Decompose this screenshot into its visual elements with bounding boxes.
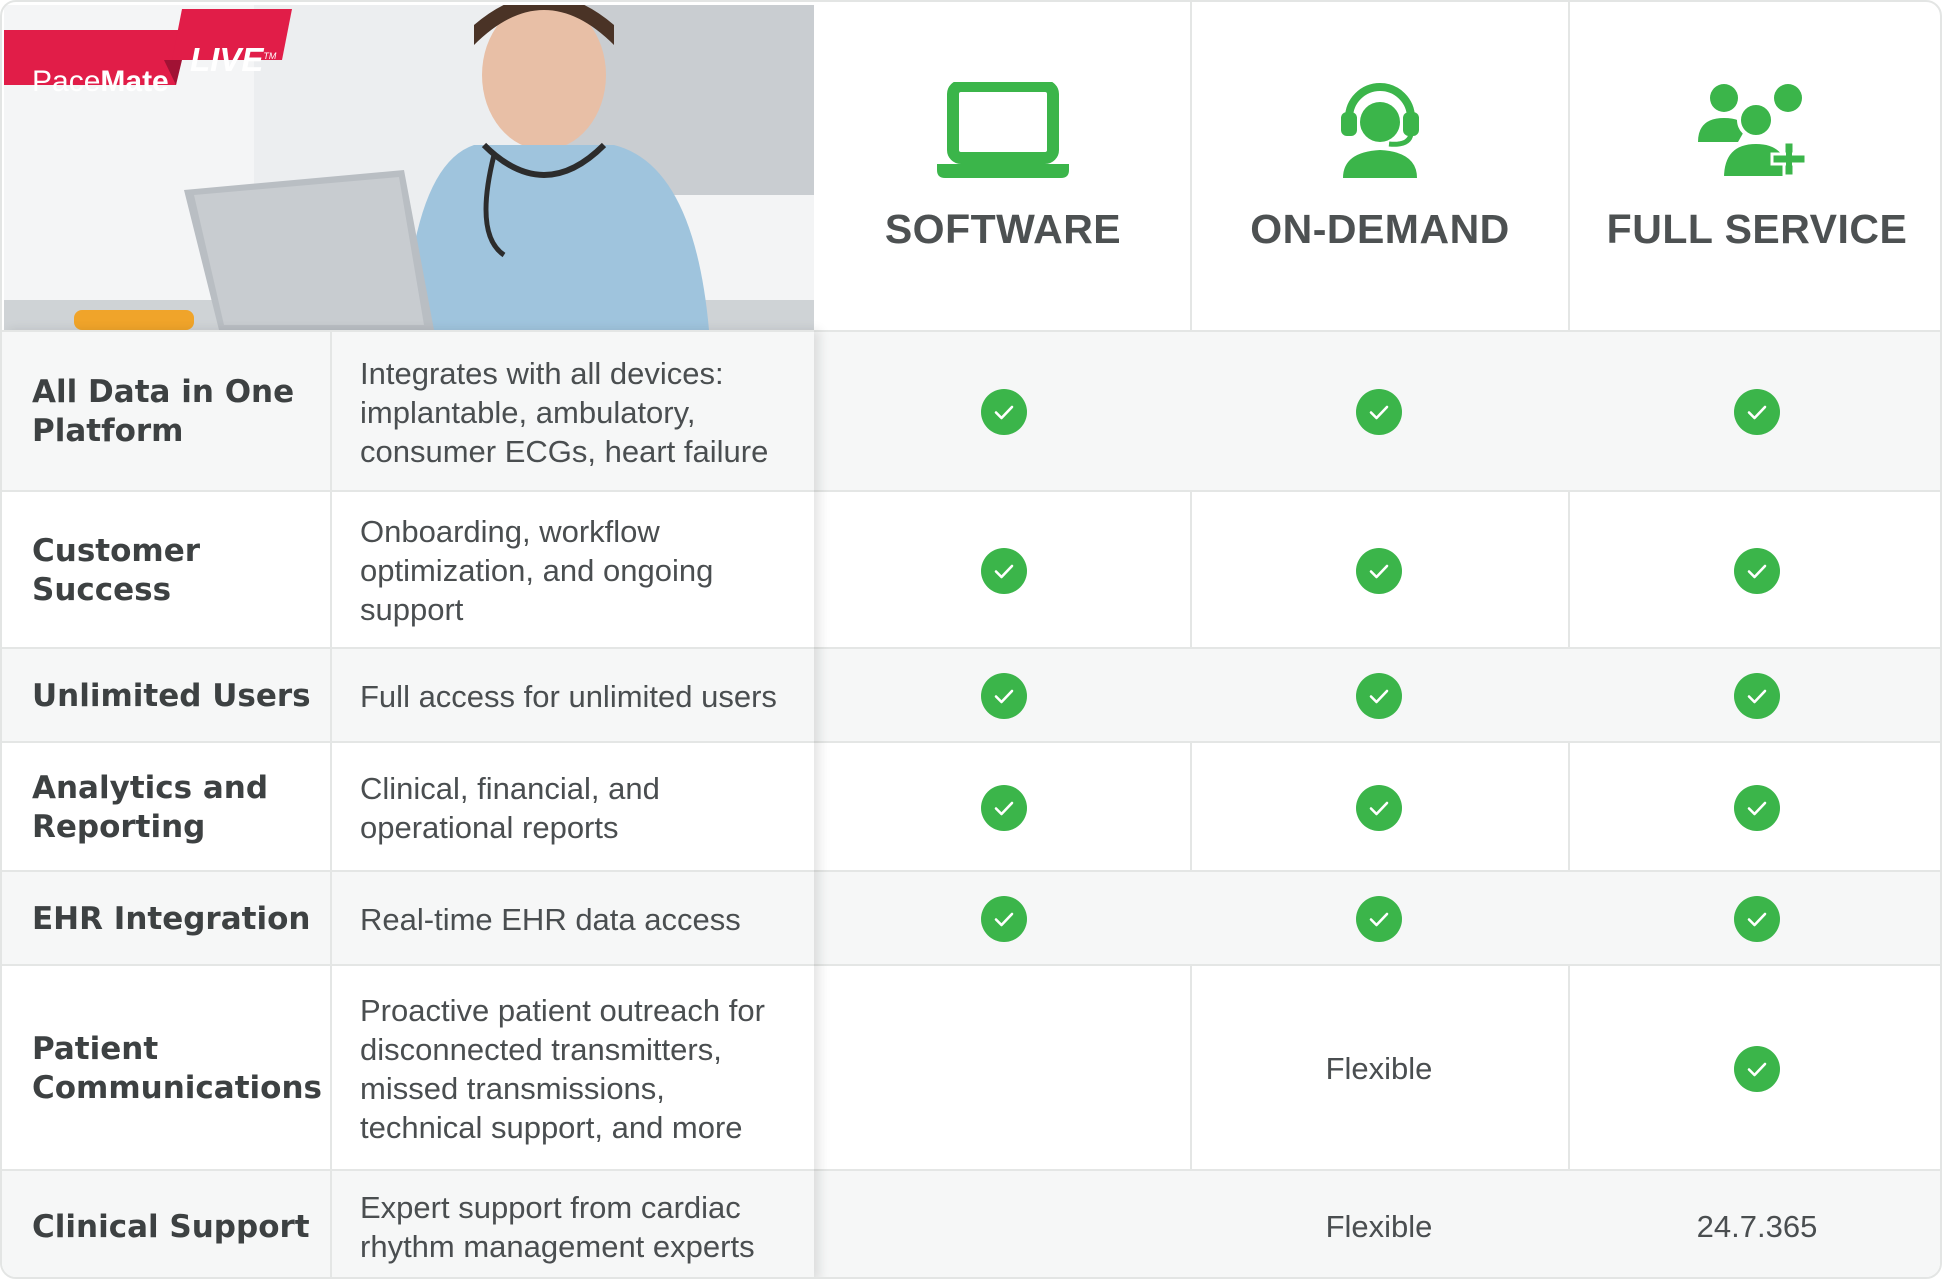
feature-description-line: Onboarding, workflow — [360, 514, 660, 549]
row-divider — [330, 966, 332, 1171]
plan-header-on-demand: ON-DEMAND — [1192, 2, 1568, 330]
row-divider — [330, 872, 332, 966]
check-icon — [981, 548, 1027, 594]
feature-description-line: rhythm management experts — [360, 1229, 755, 1264]
feature-name: Clinical Support — [32, 1208, 310, 1247]
check-icon — [981, 673, 1027, 719]
table-row: Patient Communications Proactive patient o… — [2, 964, 1940, 1171]
feature-description-line: implantable, ambulatory, — [360, 395, 696, 430]
feature-name-line: Success — [32, 572, 172, 608]
plan-title: SOFTWARE — [884, 206, 1122, 252]
check-icon — [1734, 896, 1780, 942]
check-icon — [1734, 673, 1780, 719]
plan-header-full-service: FULL SERVICE — [1570, 2, 1940, 330]
check-icon — [1356, 548, 1402, 594]
feature-name-line: All Data in One — [32, 374, 295, 410]
feature-description-line: Full access for unlimited users — [360, 679, 777, 714]
feature-name: Unlimited Users — [32, 677, 311, 716]
feature-name-line: Analytics and — [32, 770, 269, 806]
check-icon — [1734, 785, 1780, 831]
check-icon — [1356, 785, 1402, 831]
brand-pace: Pace — [32, 65, 101, 98]
check-icon — [1356, 896, 1402, 942]
feature-description: Expert support from cardiac rhythm manage… — [360, 1188, 800, 1266]
feature-description-line: optimization, and ongoing — [360, 553, 714, 588]
feature-description-line: operational reports — [360, 810, 619, 845]
feature-name: Customer Success — [32, 532, 200, 610]
feature-description-line: consumer ECGs, heart failure — [360, 434, 769, 469]
check-icon — [1356, 389, 1402, 435]
table-row: Clinical Support Expert support from card… — [2, 1169, 1940, 1277]
row-divider — [330, 1171, 332, 1277]
feature-description-line: disconnected transmitters, — [360, 1032, 722, 1067]
feature-description: Full access for unlimited users — [360, 677, 800, 716]
feature-description: Clinical, financial, and operational repo… — [360, 769, 800, 847]
table-row: Analytics and Reporting Clinical, financia… — [2, 741, 1940, 872]
brand-tm: TM — [263, 51, 277, 61]
feature-name-line: Unlimited Users — [32, 678, 311, 714]
check-icon — [981, 896, 1027, 942]
row-divider — [330, 743, 332, 872]
feature-name: All Data in One Platform — [32, 373, 294, 451]
brand-live: LIVE — [190, 41, 264, 78]
plan-title: ON-DEMAND — [1250, 206, 1510, 252]
feature-name: Patient Communications — [32, 1030, 322, 1108]
table-row: Unlimited Users Full access for unlimited… — [2, 647, 1940, 743]
feature-name-line: Communications — [32, 1070, 322, 1106]
row-divider — [330, 492, 332, 649]
feature-name: EHR Integration — [32, 900, 310, 939]
plan-header-software: SOFTWARE — [816, 2, 1190, 330]
row-divider — [330, 332, 332, 492]
check-icon — [981, 389, 1027, 435]
feature-name-line: Clinical Support — [32, 1209, 310, 1245]
table-row: EHR Integration Real-time EHR data access — [2, 870, 1940, 966]
feature-description-line: Proactive patient outreach for — [360, 993, 765, 1028]
feature-description-line: Integrates with all devices: — [360, 356, 724, 391]
hero-image: PaceMate LIVETM — [4, 5, 814, 330]
check-icon — [1356, 673, 1402, 719]
feature-description-line: missed transmissions, — [360, 1071, 665, 1106]
cell-value: Flexible — [1325, 1209, 1433, 1244]
cell-value: Flexible — [1325, 1051, 1433, 1086]
feature-description-line: Clinical, financial, and — [360, 771, 660, 806]
feature-description: Proactive patient outreach for disconnect… — [360, 991, 800, 1147]
cell-value: 24.7.365 — [1696, 1209, 1818, 1244]
feature-name-line: Platform — [32, 413, 184, 449]
check-icon — [1734, 548, 1780, 594]
table-row: All Data in One Platform Integrates with a… — [2, 330, 1940, 492]
feature-description: Real-time EHR data access — [360, 900, 800, 939]
feature-name-line: Reporting — [32, 809, 206, 845]
comparison-card: PaceMate LIVETM SOFTWARE ON-DEMAND FULL … — [0, 0, 1942, 1279]
plan-title: FULL SERVICE — [1606, 206, 1908, 252]
feature-name: Analytics and Reporting — [32, 769, 268, 847]
feature-description-line: Expert support from cardiac — [360, 1190, 741, 1225]
add-users-icon — [1698, 84, 1808, 178]
feature-name-line: Customer — [32, 533, 201, 569]
check-icon — [981, 785, 1027, 831]
feature-name-line: EHR Integration — [32, 901, 311, 937]
feature-description-line: support — [360, 592, 464, 627]
check-icon — [1734, 389, 1780, 435]
headset-icon — [1341, 83, 1419, 178]
feature-description: Integrates with all devices: implantable,… — [360, 354, 800, 471]
feature-description-line: technical support, and more — [360, 1110, 743, 1145]
row-divider — [330, 649, 332, 743]
check-icon — [1734, 1046, 1780, 1092]
feature-name-line: Patient — [32, 1031, 159, 1067]
feature-description: Onboarding, workflow optimization, and on… — [360, 512, 800, 629]
feature-description-line: Real-time EHR data access — [360, 902, 741, 937]
table-row: Customer Success Onboarding, workflow optim… — [2, 490, 1940, 649]
brand-mate: Mate — [100, 65, 169, 98]
laptop-icon — [937, 82, 1069, 178]
